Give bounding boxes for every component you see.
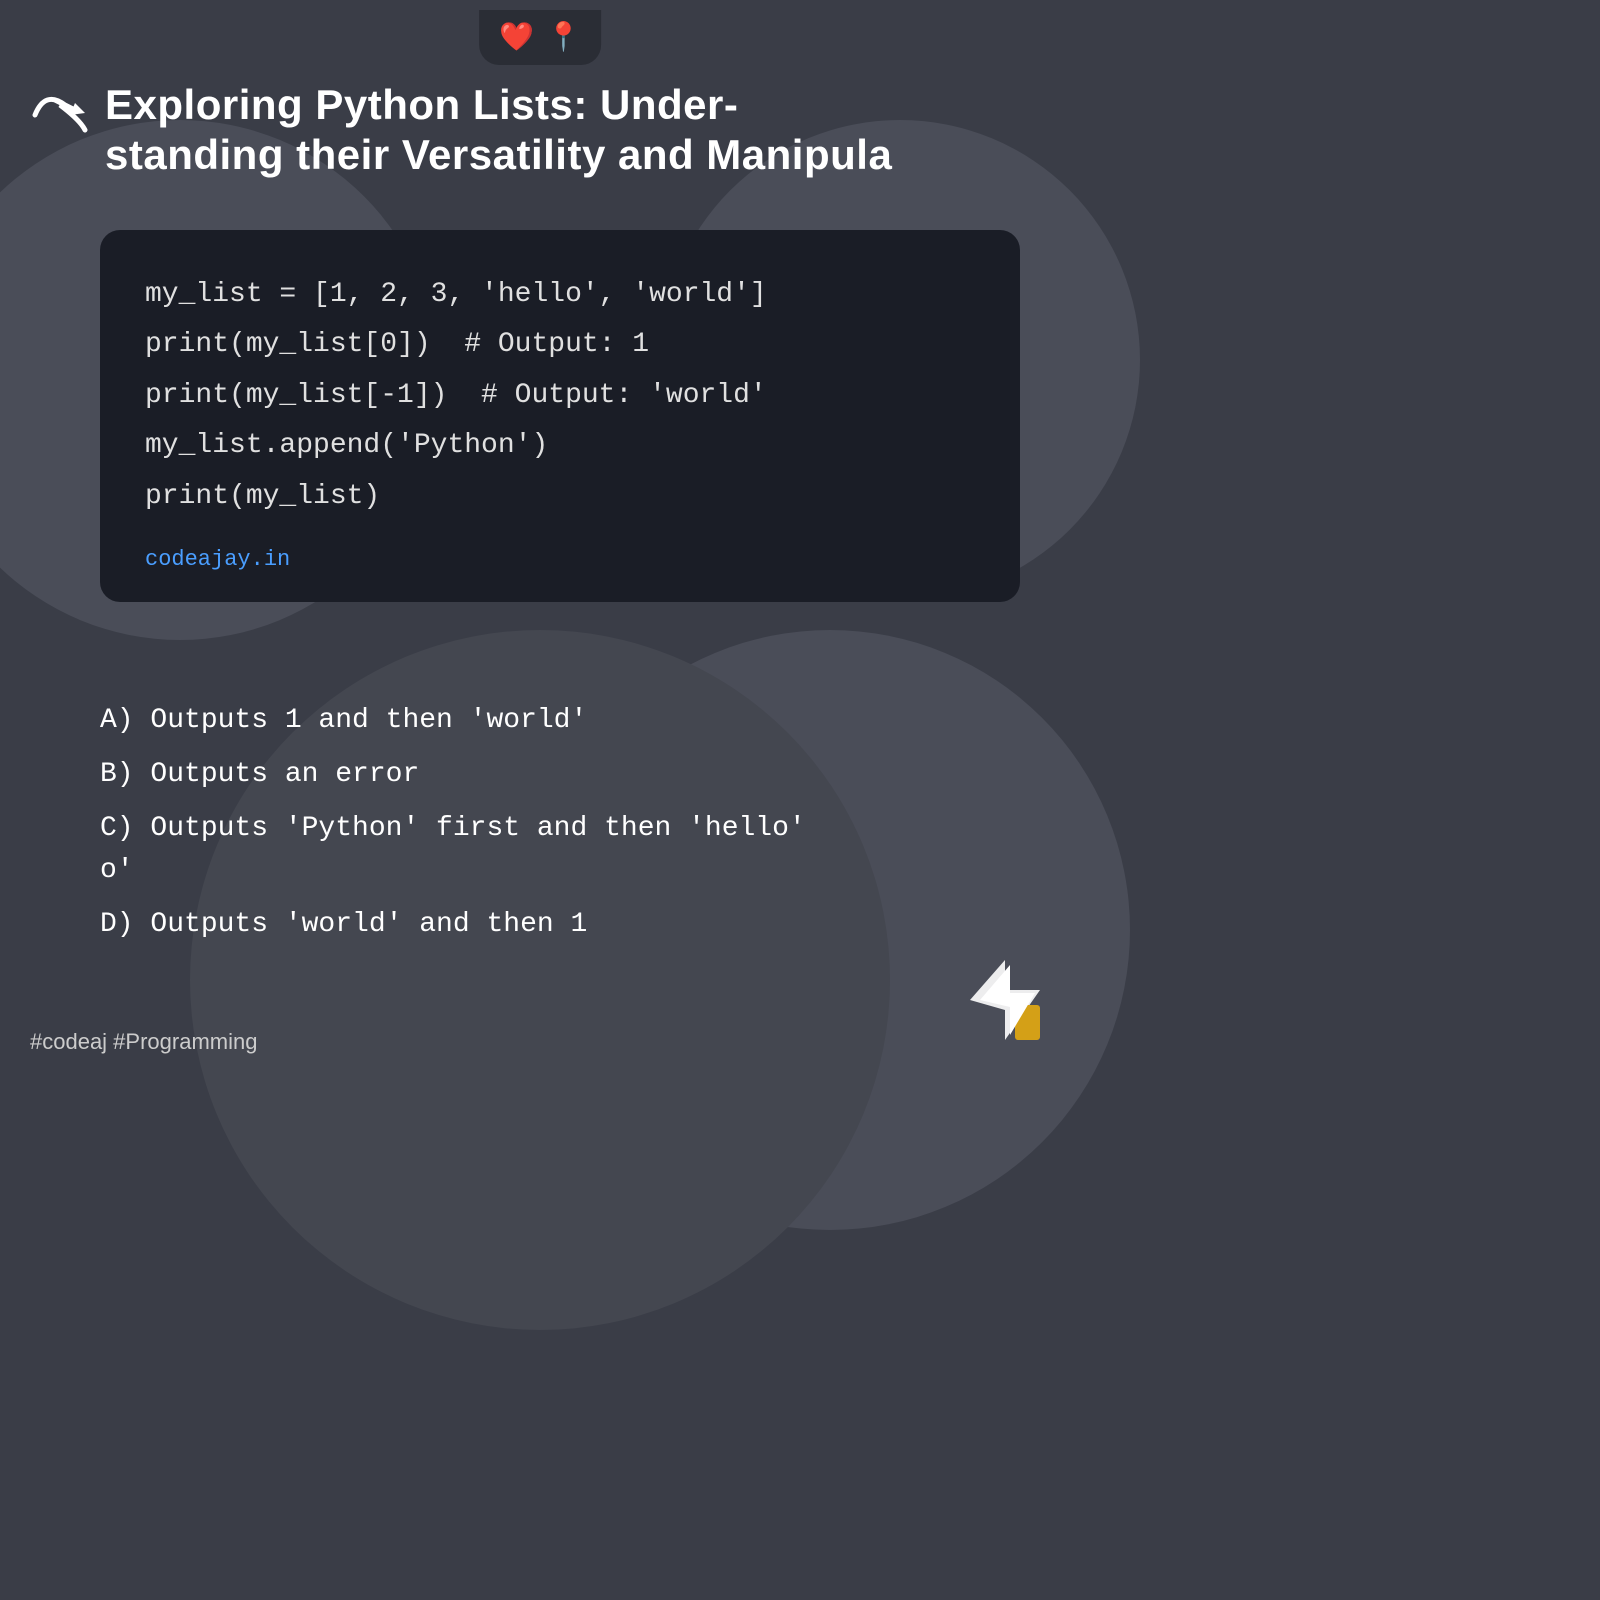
code-line-5: print(my_list) — [145, 472, 975, 522]
answer-d: D) Outputs 'world' and then 1 — [100, 904, 960, 946]
code-line-1: my_list = [1, 2, 3, 'hello', 'world'] — [145, 270, 975, 320]
top-icons-bar: ❤️ 📍 — [479, 10, 601, 65]
page-title: Exploring Python Lists: Under- standing … — [105, 80, 892, 181]
logo-area — [960, 955, 1050, 1050]
arrow-icon — [30, 85, 90, 140]
answer-c: C) Outputs 'Python' first and then 'hell… — [100, 808, 960, 892]
header: Exploring Python Lists: Under- standing … — [30, 80, 1050, 181]
code-website: codeajay.in — [145, 547, 975, 572]
code-line-3: print(my_list[-1]) # Output: 'world' — [145, 371, 975, 421]
code-line-4: my_list.append('Python') — [145, 421, 975, 471]
hashtags: #codeaj #Programming — [30, 1029, 257, 1055]
code-line-2: print(my_list[0]) # Output: 1 — [145, 320, 975, 370]
code-block: my_list = [1, 2, 3, 'hello', 'world'] pr… — [100, 230, 1020, 602]
answer-b: B) Outputs an error — [100, 754, 960, 796]
pin-icon: 📍 — [546, 20, 581, 55]
answer-a: A) Outputs 1 and then 'world' — [100, 700, 960, 742]
heart-icon: ❤️ — [499, 20, 534, 55]
answers-section: A) Outputs 1 and then 'world' B) Outputs… — [100, 700, 960, 958]
